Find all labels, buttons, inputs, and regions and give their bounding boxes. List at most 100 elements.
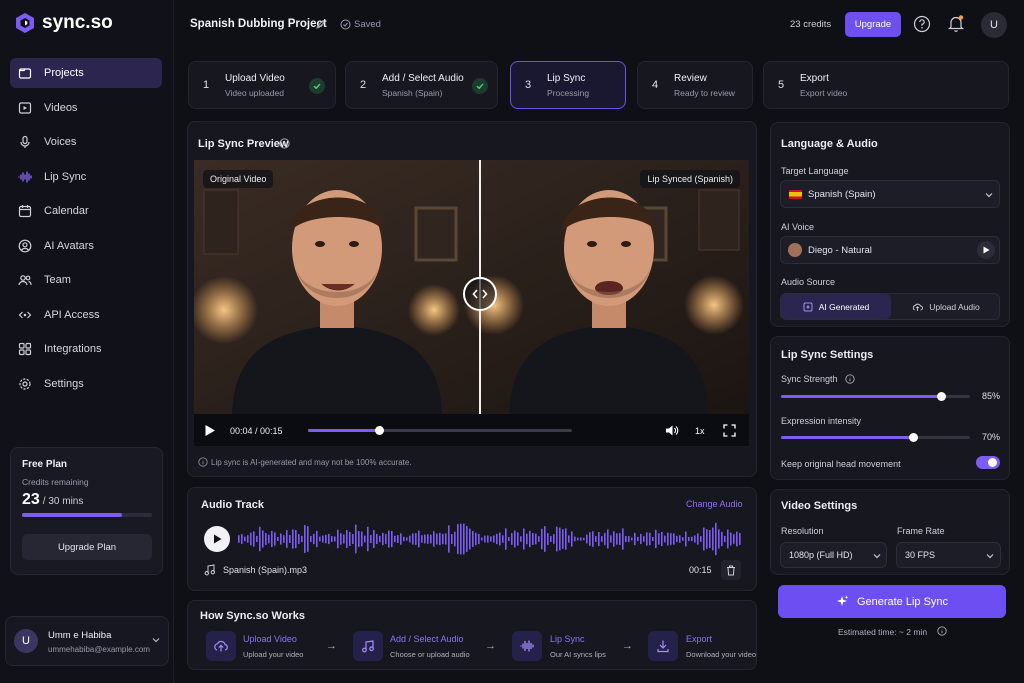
waveform-bar xyxy=(316,530,318,548)
generate-lip-sync-button[interactable]: Generate Lip Sync xyxy=(778,585,1006,618)
waveform-bar xyxy=(442,533,444,545)
help-icon[interactable] xyxy=(913,15,931,33)
upload-audio-option[interactable]: Upload Audio xyxy=(891,294,1001,319)
upgrade-plan-button[interactable]: Upgrade Plan xyxy=(22,534,152,560)
bell-icon[interactable] xyxy=(947,14,965,33)
waveform-bar xyxy=(673,533,675,545)
ai-voice-select[interactable]: Diego - Natural xyxy=(780,236,1000,264)
waveform-bar xyxy=(499,532,501,546)
sidebar-item-settings[interactable]: Settings xyxy=(10,369,162,399)
waveform-bar xyxy=(259,526,261,552)
waveform-bar xyxy=(475,532,477,546)
waveform-bar xyxy=(589,532,591,546)
waveform-bar xyxy=(247,535,249,543)
seek-bar-fill xyxy=(308,429,380,432)
frame-rate-value: 30 FPS xyxy=(905,550,936,560)
sidebar-item-team[interactable]: Team xyxy=(10,265,162,295)
seek-knob[interactable] xyxy=(374,426,384,435)
waveform-bar xyxy=(544,526,546,552)
playback-speed[interactable]: 1x xyxy=(695,426,705,436)
waveform-bar xyxy=(382,532,384,546)
voice-avatar xyxy=(788,243,802,257)
waveform-bar xyxy=(352,534,354,544)
upload-cloud-icon xyxy=(913,303,924,311)
seek-bar[interactable] xyxy=(308,426,572,435)
header-avatar[interactable]: U xyxy=(981,12,1007,38)
waveform-bar xyxy=(604,532,606,546)
step-subtitle: Export video xyxy=(800,88,848,98)
waveform-bar xyxy=(481,537,483,541)
sidebar-item-lip-sync[interactable]: Lip Sync xyxy=(10,162,162,192)
waveform-bar xyxy=(469,528,471,550)
waveform-bar xyxy=(541,528,543,550)
waveform-bar xyxy=(505,528,507,550)
edit-pencil-icon[interactable] xyxy=(315,19,326,30)
info-icon[interactable] xyxy=(937,626,947,636)
step-add-select-audio[interactable]: 2 Add / Select Audio Spanish (Spain) xyxy=(345,61,498,109)
play-icon[interactable] xyxy=(204,424,216,437)
audio-play-button[interactable] xyxy=(204,526,230,552)
waveform-bar xyxy=(643,536,645,542)
sidebar-item-integrations[interactable]: Integrations xyxy=(10,334,162,364)
waveform-icon xyxy=(512,631,542,661)
step-lip-sync[interactable]: 3 Lip Sync Processing xyxy=(510,61,626,109)
frame-rate-select[interactable]: 30 FPS xyxy=(896,542,1001,568)
video-player[interactable]: Original Video Lip Synced (Spanish) xyxy=(194,160,749,414)
waveform-bar xyxy=(358,531,360,547)
credits-progress-fill xyxy=(22,513,123,517)
sidebar-item-ai-avatars[interactable]: AI Avatars xyxy=(10,231,162,261)
upload-cloud-icon xyxy=(206,631,236,661)
step-upload-video[interactable]: 1 Upload Video Video uploaded xyxy=(188,61,336,109)
how-step-title: Lip Sync xyxy=(550,634,585,644)
head-movement-label: Keep original head movement xyxy=(781,459,901,469)
expression-value: 70% xyxy=(982,432,1001,442)
sync-strength-slider[interactable] xyxy=(781,392,970,401)
ai-generated-option[interactable]: AI Generated xyxy=(781,294,891,319)
waveform-bar xyxy=(313,533,315,545)
sync-strength-value: 85% xyxy=(982,391,1001,401)
voice-preview-button[interactable] xyxy=(977,241,995,259)
delete-audio-button[interactable] xyxy=(721,560,741,580)
user-card[interactable]: U Umm e Habiba ummehabiba@example.com xyxy=(5,616,169,666)
credits-progress xyxy=(22,513,152,517)
target-language-select[interactable]: Spanish (Spain) xyxy=(780,180,1000,208)
sidebar-item-voices[interactable]: Voices xyxy=(10,127,162,157)
change-audio-link[interactable]: Change Audio xyxy=(686,499,743,509)
info-icon[interactable] xyxy=(845,374,855,384)
waveform-bar xyxy=(301,535,303,543)
waveform-bar xyxy=(520,536,522,542)
sidebar-item-api-access[interactable]: API Access xyxy=(10,300,162,330)
sidebar-item-calendar[interactable]: Calendar xyxy=(10,196,162,226)
waveform-bar xyxy=(370,534,372,544)
sidebar-item-projects[interactable]: Projects xyxy=(10,58,162,88)
how-step-sub: Download your video xyxy=(686,650,756,659)
step-review[interactable]: 4 Review Ready to review xyxy=(637,61,753,109)
volume-icon[interactable] xyxy=(665,424,679,437)
waveform-bar xyxy=(526,533,528,545)
slider-knob[interactable] xyxy=(937,392,947,401)
waveform-bar xyxy=(349,531,351,547)
fullscreen-icon[interactable] xyxy=(723,424,736,437)
upgrade-button[interactable]: Upgrade xyxy=(845,12,901,37)
waveform-bar xyxy=(649,532,651,546)
expression-slider[interactable] xyxy=(781,433,970,442)
info-icon[interactable] xyxy=(279,138,290,149)
compare-handle[interactable] xyxy=(463,277,497,311)
logo[interactable]: sync.so xyxy=(14,12,113,34)
sidebar-item-label: Lip Sync xyxy=(44,170,87,183)
sidebar-item-videos[interactable]: Videos xyxy=(10,93,162,123)
logo-icon xyxy=(16,13,34,33)
audio-waveform[interactable] xyxy=(238,517,743,561)
head-movement-toggle[interactable] xyxy=(976,456,1000,469)
waveform-bar xyxy=(322,535,324,543)
chevron-down-icon[interactable] xyxy=(152,637,160,643)
slider-knob[interactable] xyxy=(908,433,918,442)
step-export[interactable]: 5 Export Export video xyxy=(763,61,1009,109)
waveform-bar xyxy=(337,529,339,549)
resolution-select[interactable]: 1080p (Full HD) xyxy=(780,542,887,568)
project-title[interactable]: Spanish Dubbing Project xyxy=(190,18,327,30)
waveform-bar xyxy=(409,535,411,543)
waveform-bar xyxy=(274,532,276,546)
waveform-bar xyxy=(466,526,468,552)
waveform-bar xyxy=(709,529,711,549)
